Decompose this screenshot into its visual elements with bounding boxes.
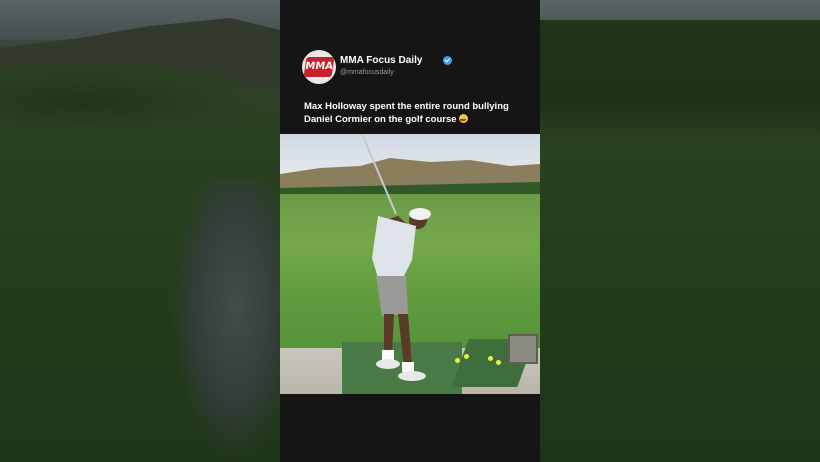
golf-ball	[464, 354, 469, 359]
avatar-logo: MMA	[303, 57, 335, 77]
laughing-crying-emoji-icon	[458, 114, 468, 123]
caption-text: Max Holloway spent the entire round bull…	[304, 101, 509, 125]
avatar[interactable]: MMA	[302, 50, 336, 84]
golf-ball	[496, 360, 501, 365]
golf-ball	[488, 356, 493, 361]
account-handle[interactable]: @mmafocusdaily	[340, 69, 394, 76]
account-name[interactable]: MMA Focus Daily	[340, 55, 422, 66]
golf-photo	[280, 134, 540, 394]
golfer-figure	[361, 134, 431, 381]
post-caption: Max Holloway spent the entire round bull…	[304, 100, 524, 126]
video-panel[interactable]: MMA MMA Focus Daily @mmafocusdaily Max H…	[280, 0, 540, 462]
ball-basket	[508, 334, 538, 364]
verified-badge-icon	[443, 56, 452, 65]
post-header: MMA MMA Focus Daily @mmafocusdaily	[302, 50, 532, 84]
golf-ball	[455, 358, 460, 363]
